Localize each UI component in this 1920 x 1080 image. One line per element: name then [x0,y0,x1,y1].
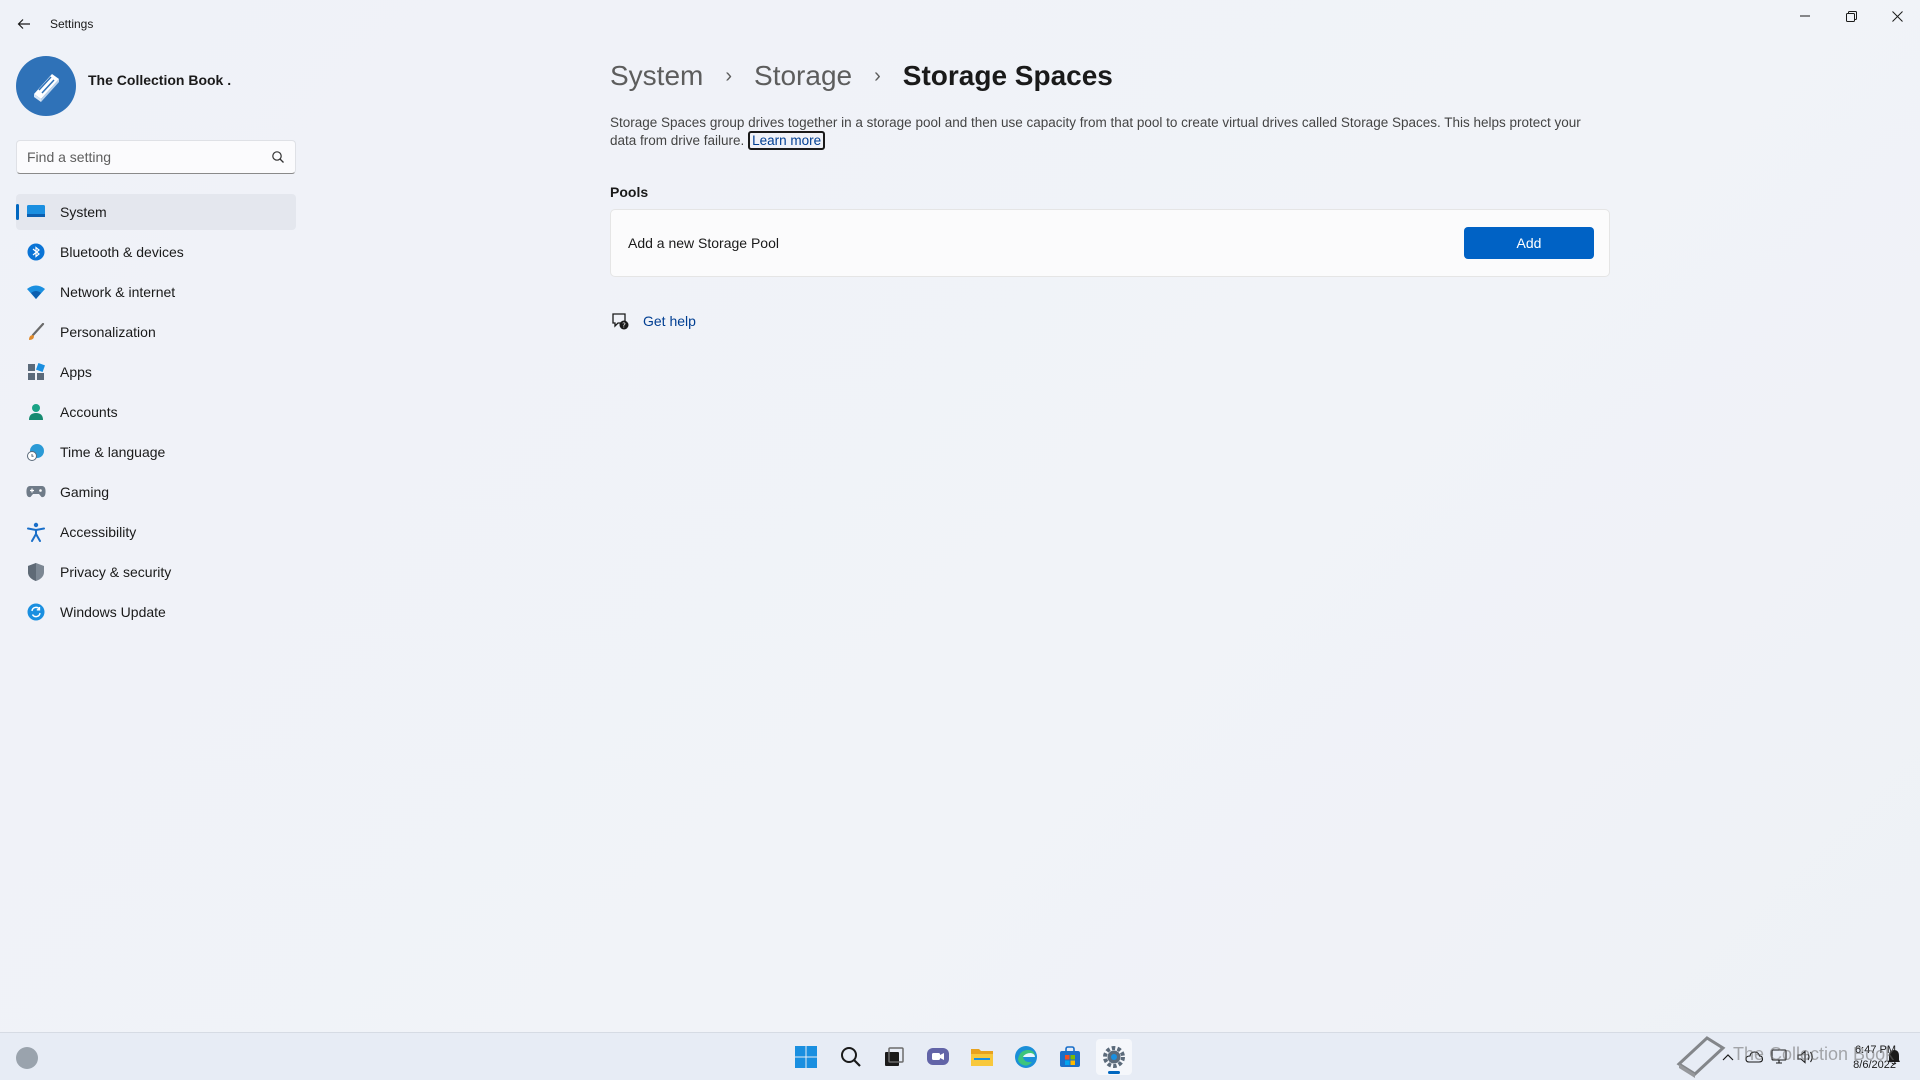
add-storage-pool-card: Add a new Storage Pool Add [610,209,1610,277]
start-button[interactable] [788,1039,824,1075]
search-input[interactable] [27,147,257,167]
widgets-icon[interactable] [16,1047,38,1069]
pools-section-title: Pools [610,184,649,200]
app-title: Settings [50,17,94,31]
sidebar-item-label: Windows Update [60,604,166,620]
settings-window: Settings The Collection Book . Find a se… [0,0,1920,1032]
page-description: Storage Spaces group drives together in … [610,114,1610,150]
back-button[interactable] [12,12,36,36]
page-title: Storage Spaces [902,60,1113,91]
wifi-icon [26,282,46,302]
task-view-icon [885,1047,904,1066]
system-tray [1718,1033,1816,1080]
speaker-icon[interactable] [1796,1047,1816,1067]
add-storage-pool-label: Add a new Storage Pool [628,235,779,251]
learn-more-link[interactable]: Learn more [748,131,826,150]
search-box[interactable] [16,140,296,174]
sidebar-item-bluetooth[interactable]: Bluetooth & devices [16,234,296,270]
display-icon[interactable] [1770,1047,1790,1067]
apps-icon [26,362,46,382]
restore-icon [1845,10,1857,22]
breadcrumb-storage[interactable]: Storage [754,60,852,92]
monitor-icon [26,202,46,222]
file-explorer-icon [971,1049,993,1066]
sidebar-item-system[interactable]: System [16,194,296,230]
get-help-link[interactable]: Get help [643,313,696,329]
notification-icon[interactable] [1884,1047,1904,1067]
profile-name: The Collection Book . [88,72,232,88]
search-icon [841,1047,861,1067]
minimize-button[interactable] [1782,0,1828,32]
settings-taskbar-button[interactable] [1096,1039,1132,1075]
minimize-icon [1800,15,1810,17]
accessibility-icon [26,522,46,542]
sidebar-item-privacy[interactable]: Privacy & security [16,554,296,590]
add-button[interactable]: Add [1464,227,1594,259]
taskbar: 6:47 PM 8/6/2022 [0,1032,1920,1080]
cloud-icon[interactable] [1744,1047,1764,1067]
edge-button[interactable] [1008,1039,1044,1075]
sidebar-item-label: System [60,204,107,220]
sidebar-item-label: Network & internet [60,284,176,300]
chevron-up-icon[interactable] [1718,1047,1738,1067]
gamepad-icon [26,482,46,502]
store-icon [1060,1046,1080,1067]
sidebar-item-label: Personalization [60,324,156,340]
title-bar: Settings [0,0,1920,48]
help-icon: ? [612,313,629,330]
sidebar-item-windows-update[interactable]: Windows Update [16,594,296,630]
globe-clock-icon [26,442,46,462]
sidebar-item-label: Accessibility [60,524,137,540]
chevron-right-icon: › [874,64,881,87]
sidebar-item-label: Accounts [60,404,118,420]
edge-icon [1015,1046,1037,1068]
settings-icon [1103,1046,1125,1068]
task-view-button[interactable] [876,1039,912,1075]
chat-icon [927,1048,949,1065]
close-icon [1891,10,1903,22]
avatar[interactable] [16,56,76,116]
arrow-left-icon [17,19,30,29]
sidebar-item-gaming[interactable]: Gaming [16,474,296,510]
sidebar-item-accounts[interactable]: Accounts [16,394,296,430]
sidebar-item-label: Gaming [60,484,110,500]
breadcrumb-system[interactable]: System [610,60,703,92]
sidebar-item-network[interactable]: Network & internet [16,274,296,310]
person-icon [26,402,46,422]
sidebar-item-personalization[interactable]: Personalization [16,314,296,350]
shield-icon [26,562,46,582]
sidebar-item-time-language[interactable]: Time & language [16,434,296,470]
sidebar-item-label: Privacy & security [60,564,172,580]
sidebar-item-apps[interactable]: Apps [16,354,296,390]
bluetooth-icon [26,242,46,262]
sidebar-item-label: Apps [60,364,92,380]
search-icon[interactable] [271,150,285,164]
start-icon [795,1046,817,1068]
file-explorer-button[interactable] [964,1039,1000,1075]
sidebar-item-accessibility[interactable]: Accessibility [16,514,296,550]
sidebar-item-label: Bluetooth & devices [60,244,184,260]
breadcrumb: System › Storage › Storage Spaces [610,56,1113,96]
store-button[interactable] [1052,1039,1088,1075]
svg-text:?: ? [622,322,626,330]
get-help[interactable]: ? Get help [610,311,696,331]
sync-icon [26,602,46,622]
book-icon [34,74,59,102]
chat-button[interactable] [920,1039,956,1075]
sidebar-item-label: Time & language [60,444,166,460]
close-button[interactable] [1874,0,1920,32]
chevron-right-icon: › [725,64,733,87]
brush-icon [26,322,46,342]
taskbar-search-button[interactable] [833,1039,869,1075]
sidebar-nav: System Bluetooth & devices Network & int… [16,194,296,634]
restore-button[interactable] [1828,0,1874,32]
